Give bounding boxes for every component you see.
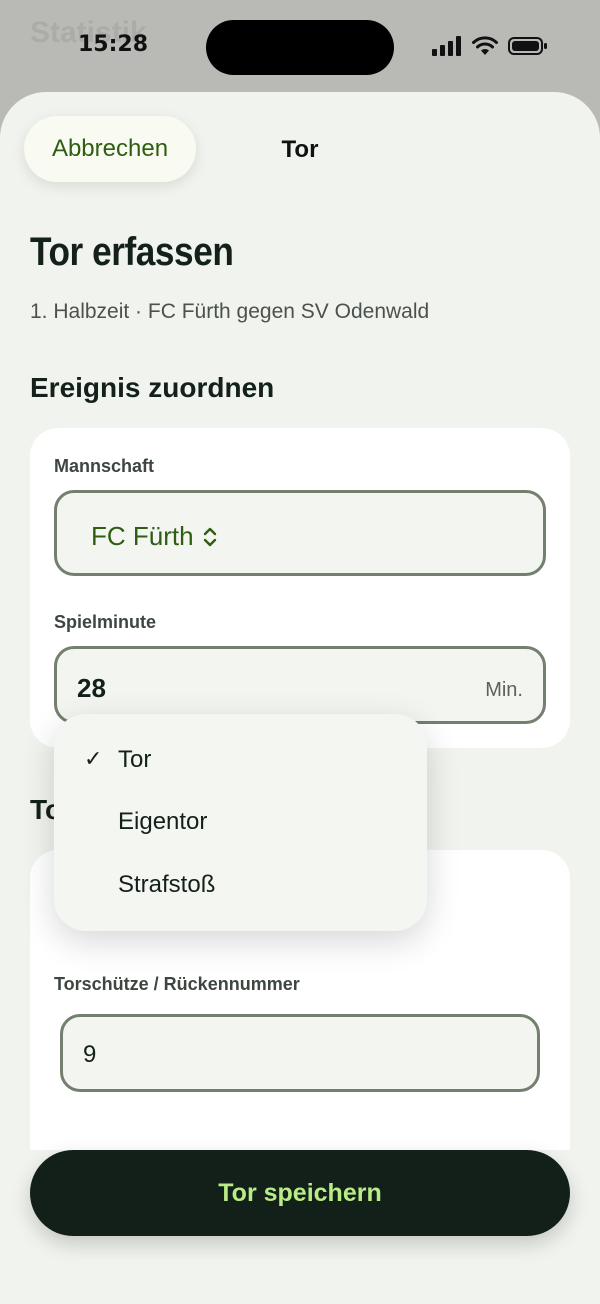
page-subtitle: 1. Halbzeit · FC Fürth gegen SV Odenwald (30, 300, 430, 323)
wifi-icon (472, 36, 498, 55)
scorer-input[interactable]: 9 (60, 1014, 540, 1092)
minute-input-value: 28 (77, 673, 106, 703)
section-title-assign: Ereignis zuordnen (30, 372, 275, 403)
team-select-text: FC Fürth (91, 521, 194, 551)
status-icons (432, 36, 548, 56)
status-time: 15:28 (78, 32, 149, 57)
sheet-title: Tor (281, 136, 319, 163)
minute-label: Spielminute (54, 612, 157, 632)
menu-item-label: Tor (118, 746, 152, 773)
team-label: Mannschaft (54, 456, 155, 476)
minute-unit: Min. (485, 679, 523, 701)
team-select-value: FC Fürth (91, 521, 218, 552)
cellular-signal-icon (432, 36, 461, 56)
team-select[interactable]: FC Fürth (54, 490, 546, 576)
event-type-menu: ✓ Tor Eigentor Strafstoß (54, 714, 427, 931)
assign-card: Mannschaft FC Fürth Spielminute 28 Min. (30, 428, 570, 748)
scorer-label: Torschütze / Rückennummer (54, 974, 300, 994)
menu-item-strafstoss[interactable]: Strafstoß (54, 855, 427, 917)
save-goal-button[interactable]: Tor speichern (30, 1150, 570, 1236)
menu-item-eigentor[interactable]: Eigentor (54, 792, 427, 854)
status-bar: 15:28 (0, 0, 600, 92)
battery-icon (508, 37, 547, 55)
page-title: Tor erfassen (30, 230, 234, 274)
checkmark-icon: ✓ (84, 746, 103, 771)
scorer-input-value: 9 (83, 1041, 97, 1068)
modal-sheet: Abbrechen Tor Tor erfassen 1. Halbzeit ·… (0, 92, 600, 1304)
menu-item-tor[interactable]: ✓ Tor (54, 730, 427, 792)
minute-input[interactable]: 28 Min. (54, 646, 546, 724)
dynamic-island (206, 20, 394, 75)
chevron-up-down-icon (203, 527, 216, 546)
menu-item-label: Eigentor (118, 808, 208, 835)
menu-item-label: Strafstoß (118, 871, 216, 898)
